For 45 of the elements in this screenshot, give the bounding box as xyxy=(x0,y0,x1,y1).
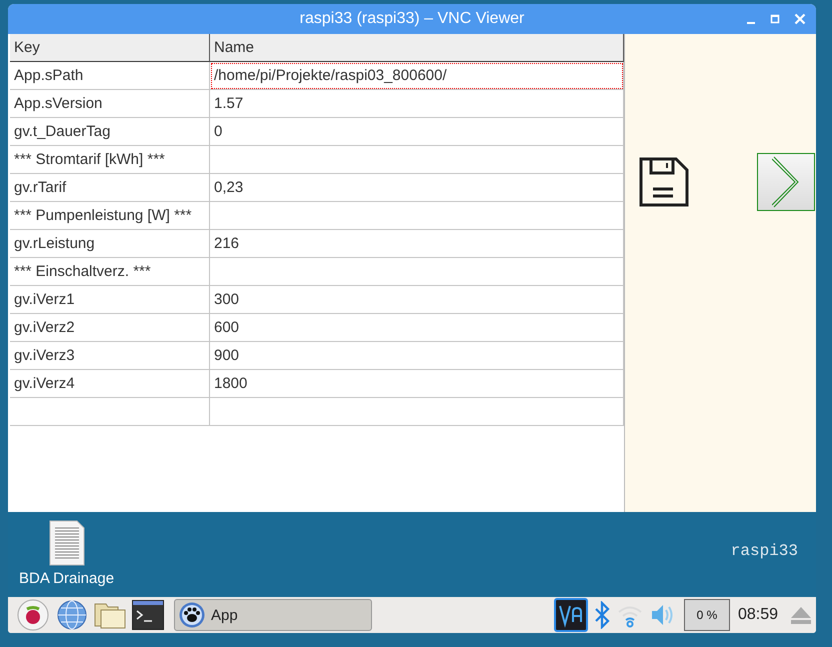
table-cell: gv.iVerz3 xyxy=(10,342,210,370)
table-cell[interactable] xyxy=(210,146,624,174)
table-cell: *** Einschaltverz. *** xyxy=(10,258,210,286)
chevron-icon xyxy=(772,155,800,209)
table-cell[interactable]: 0 xyxy=(210,118,624,146)
table-cell[interactable]: /home/pi/Projekte/raspi03_800600/ xyxy=(210,62,624,90)
globe-icon[interactable] xyxy=(56,599,88,631)
table-cell[interactable]: 600 xyxy=(210,314,624,342)
table-cell[interactable]: 900 xyxy=(210,342,624,370)
close-icon[interactable] xyxy=(794,12,806,26)
hostname-label: raspi33 xyxy=(730,542,798,560)
table-cell[interactable] xyxy=(210,258,624,286)
document-icon[interactable] xyxy=(48,520,85,566)
column-header: Key xyxy=(10,34,210,62)
table-cell: gv.rLeistung xyxy=(10,230,210,258)
raspberry-menu-icon[interactable] xyxy=(16,598,50,632)
table-cell[interactable]: 300 xyxy=(210,286,624,314)
table-cell: *** Pumpenleistung [W] *** xyxy=(10,202,210,230)
table-cell: gv.t_DauerTag xyxy=(10,118,210,146)
table-cell: gv.iVerz1 xyxy=(10,286,210,314)
terminal-icon[interactable] xyxy=(132,600,164,630)
table-cell[interactable]: 1800 xyxy=(210,370,624,398)
maximize-icon[interactable] xyxy=(770,12,780,26)
table-cell[interactable]: 1.57 xyxy=(210,90,624,118)
table-cell[interactable] xyxy=(210,202,624,230)
eject-icon[interactable] xyxy=(790,605,812,625)
table-cell: App.sVersion xyxy=(10,90,210,118)
table-cell[interactable]: 216 xyxy=(210,230,624,258)
clock-label[interactable]: 08:59 xyxy=(738,606,778,624)
table-cell: gv.rTarif xyxy=(10,174,210,202)
desktop-icon-label[interactable]: BDA Drainage xyxy=(19,570,114,587)
tray-app-icon[interactable] xyxy=(554,598,588,632)
table-cell: gv.iVerz4 xyxy=(10,370,210,398)
taskbar-window-button[interactable]: App xyxy=(174,599,372,631)
paw-icon xyxy=(179,602,205,628)
save-icon[interactable] xyxy=(639,157,689,207)
cpu-monitor[interactable]: 0 % xyxy=(684,599,730,631)
table-cell: *** Stromtarif [kWh] *** xyxy=(10,146,210,174)
table-cell[interactable]: 0,23 xyxy=(210,174,624,202)
column-header: Name xyxy=(210,34,624,62)
table-cell: gv.iVerz2 xyxy=(10,314,210,342)
bluetooth-icon[interactable] xyxy=(594,601,610,629)
table-cell: App.sPath xyxy=(10,62,210,90)
next-button[interactable] xyxy=(757,153,815,211)
window-title: raspi33 (raspi33) – VNC Viewer xyxy=(300,10,524,28)
